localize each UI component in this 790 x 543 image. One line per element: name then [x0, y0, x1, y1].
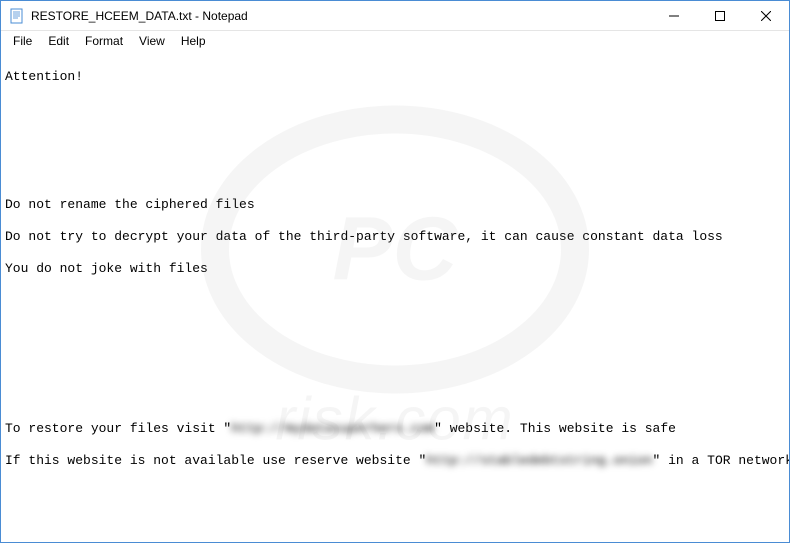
text-line	[5, 165, 785, 181]
text-span: If this website is not available use res…	[5, 453, 426, 468]
menubar: File Edit Format View Help	[1, 31, 789, 51]
text-line	[5, 325, 785, 341]
minimize-button[interactable]	[651, 1, 697, 30]
text-line: Do not rename the ciphered files	[5, 197, 785, 213]
text-area[interactable]: Attention! Do not rename the ciphered fi…	[1, 51, 789, 542]
text-line	[5, 389, 785, 405]
titlebar-left: RESTORE_HCEEM_DATA.txt - Notepad	[1, 8, 248, 24]
text-line: If this website is not available use res…	[5, 453, 785, 469]
notepad-window: RESTORE_HCEEM_DATA.txt - Notepad File Ed…	[0, 0, 790, 543]
text-span: " website. This website is safe	[434, 421, 676, 436]
text-span: To restore your files visit "	[5, 421, 231, 436]
window-controls	[651, 1, 789, 30]
text-line: Do not try to decrypt your data of the t…	[5, 229, 785, 245]
menu-help[interactable]: Help	[175, 33, 212, 49]
text-line: To restore your files visit "http://myda…	[5, 421, 785, 437]
text-line: Attention!	[5, 69, 785, 85]
text-line	[5, 133, 785, 149]
text-line	[5, 293, 785, 309]
notepad-icon	[9, 8, 25, 24]
close-button[interactable]	[743, 1, 789, 30]
menu-edit[interactable]: Edit	[42, 33, 75, 49]
titlebar: RESTORE_HCEEM_DATA.txt - Notepad	[1, 1, 789, 31]
maximize-button[interactable]	[697, 1, 743, 30]
blurred-url: http://mydatasuperhero.com	[231, 421, 434, 436]
text-line	[5, 485, 785, 501]
menu-view[interactable]: View	[133, 33, 171, 49]
text-line	[5, 357, 785, 373]
menu-file[interactable]: File	[7, 33, 38, 49]
menu-format[interactable]: Format	[79, 33, 129, 49]
text-line	[5, 101, 785, 117]
blurred-url: http://stabledebtstring.onion	[426, 453, 652, 468]
window-title: RESTORE_HCEEM_DATA.txt - Notepad	[31, 9, 248, 23]
text-line: You do not joke with files	[5, 261, 785, 277]
text-span: " in a TOR network.	[653, 453, 789, 468]
text-line	[5, 517, 785, 533]
